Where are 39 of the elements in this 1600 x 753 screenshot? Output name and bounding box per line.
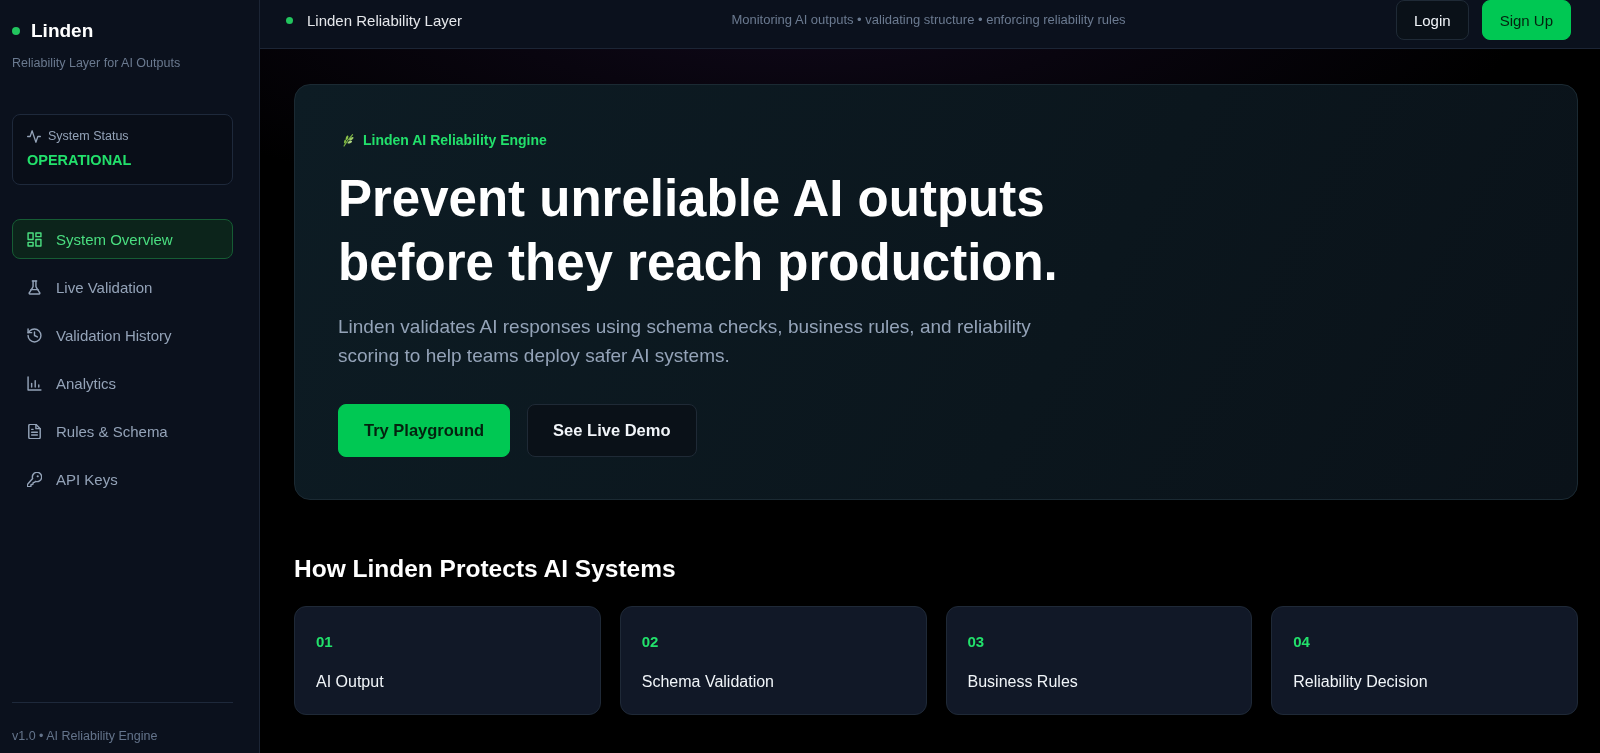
try-playground-button[interactable]: Try Playground [338,404,511,457]
nav-item[interactable]: Rules & Schema [12,411,233,451]
brand-tagline: Reliability Layer for AI Outputs [12,55,182,71]
step-title: AI Output [316,672,385,692]
step-number: 04 [1293,633,1311,651]
status-label: System Status [48,128,129,144]
step-number: 03 [967,633,986,651]
nav-item[interactable]: API Keys [12,459,233,499]
key-icon [27,471,42,487]
step-title: Schema Validation [641,672,775,692]
step-number: 02 [641,633,660,651]
live-demo-button[interactable]: See Live Demo [527,404,697,457]
app-title: Linden Reliability Layer [307,11,463,29]
nav-item[interactable]: Analytics [12,363,233,403]
document-icon [27,423,42,439]
step-number: 01 [316,633,334,651]
activity-icon [27,129,41,143]
leaf-icon [342,133,355,147]
nav-item[interactable]: Validation History [12,315,233,355]
step-title: Business Rules [967,672,1079,692]
hero-description: Linden validates AI responses using schema checks, business rules, and reliability scoring to help teams deploy safer AI systems. [338,315,1032,368]
status-value: OPERATIONAL [27,151,133,169]
brand-name: Linden [31,20,94,42]
dot-icon [286,16,293,24]
bar-chart-icon [27,375,42,391]
eyebrow-text: Linden AI Reliability Engine [363,131,547,149]
dot-icon [12,27,20,35]
step-title: Reliability Decision [1293,672,1429,692]
header-tagline: Monitoring AI outputs • validating structure • enforcing reliability rules [731,11,1126,29]
sign-up-button[interactable]: Sign Up [1481,0,1571,40]
headline: Prevent unreliable AI outputs before they reach production. [338,169,1059,293]
history-icon [27,327,42,343]
flask-icon [27,279,42,295]
nav-item[interactable]: Live Validation [12,267,233,307]
nav-item[interactable]: System Overview [12,219,233,259]
login-button[interactable]: Login [1395,0,1469,40]
section-title: How Linden Protects AI Systems [294,554,677,584]
version-text: v1.0 • AI Reliability Engine [12,728,159,744]
grid-icon [27,231,42,247]
